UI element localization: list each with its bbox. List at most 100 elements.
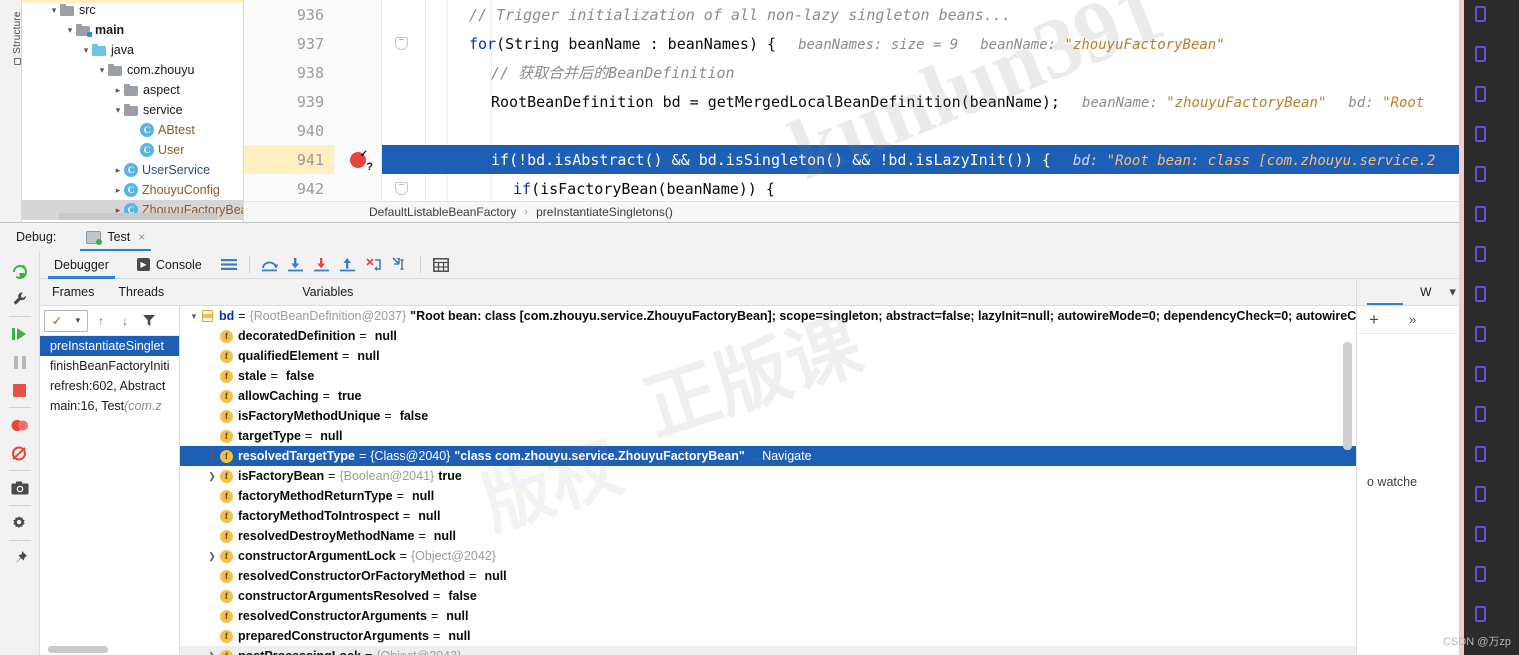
variable-row[interactable]: bd={RootBeanDefinition@2037}"Root bean: … <box>180 306 1356 326</box>
code-line-942[interactable]: 942 if (isFactoryBean(beanName)) { <box>244 174 1519 203</box>
inline-debug-hint[interactable]: beanNames: size = 9 <box>798 35 958 53</box>
chevron-down-icon[interactable] <box>80 44 92 56</box>
variable-row[interactable]: f isFactoryMethodUnique = false <box>180 406 1356 426</box>
chevron-down-icon[interactable] <box>96 64 108 76</box>
tab-console[interactable]: ▶ Console <box>123 251 216 279</box>
gutter-breakpoint-area[interactable] <box>334 58 382 87</box>
code-line-937[interactable]: 937 for (String beanName : beanNames) {be… <box>244 29 1519 58</box>
tree-item-zhouyuconfig[interactable]: C ZhouyuConfig <box>22 180 243 200</box>
evaluate-expression-icon[interactable] <box>428 252 454 278</box>
code-line-939[interactable]: 939 RootBeanDefinition bd = getMergedLoca… <box>244 87 1519 116</box>
variable-row[interactable]: f stale = false <box>180 366 1356 386</box>
inline-debug-hint[interactable]: bd: "Root <box>1348 93 1424 111</box>
close-icon[interactable]: × <box>138 230 145 244</box>
variable-row[interactable]: f targetType = null <box>180 426 1356 446</box>
tab-debugger[interactable]: Debugger <box>40 251 123 279</box>
chevron-right-icon[interactable] <box>204 471 220 482</box>
chevron-down-icon[interactable]: ▾ <box>1449 284 1456 300</box>
variable-row[interactable]: f resolvedConstructorOrFactoryMethod = null <box>180 566 1356 586</box>
tree-item-aspect[interactable]: aspect <box>22 80 243 100</box>
drop-frame-icon[interactable] <box>361 252 387 278</box>
view-breakpoints-icon[interactable] <box>5 411 35 439</box>
fold-marker-icon[interactable] <box>395 35 408 50</box>
add-watch-button[interactable]: + <box>1369 310 1379 330</box>
tree-item-src[interactable]: src <box>22 0 243 20</box>
chevron-right-icon[interactable] <box>112 184 124 196</box>
chevron-right-icon[interactable] <box>204 551 220 562</box>
settings-wrench-icon[interactable] <box>5 285 35 313</box>
variable-row[interactable]: f qualifiedElement = null <box>180 346 1356 366</box>
frame-row[interactable]: preInstantiateSinglet <box>40 336 179 356</box>
variable-row[interactable]: f factoryMethodReturnType = null <box>180 486 1356 506</box>
frame-row[interactable]: finishBeanFactoryIniti <box>40 356 179 376</box>
frame-row[interactable]: refresh:602, Abstract <box>40 376 179 396</box>
tree-item-userservice[interactable]: C UserService <box>22 160 243 180</box>
inline-debug-hint[interactable]: bd: "Root bean: class [com.zhouyu.servic… <box>1073 151 1435 169</box>
navigate-link[interactable]: Navigate <box>762 449 811 463</box>
tree-item-user[interactable]: C User <box>22 140 243 160</box>
tree-item-main[interactable]: main <box>22 20 243 40</box>
rerun-icon[interactable] <box>5 257 35 285</box>
filter-icon[interactable] <box>138 310 160 332</box>
variable-row[interactable]: f resolvedTargetType={Class@2040}"class c… <box>180 446 1356 466</box>
variable-row[interactable]: f decoratedDefinition = null <box>180 326 1356 346</box>
tree-horizontal-scrollbar[interactable] <box>58 213 218 220</box>
thread-selector[interactable]: ✓ ▾ <box>44 309 88 332</box>
code-line-940[interactable]: 940 <box>244 116 1519 145</box>
more-actions-icon[interactable]: » <box>1409 312 1416 327</box>
gutter-breakpoint-area[interactable] <box>334 116 382 145</box>
variable-row[interactable]: f resolvedConstructorArguments = null <box>180 606 1356 626</box>
step-over-icon[interactable] <box>257 252 283 278</box>
chevron-down-icon[interactable] <box>112 104 124 116</box>
tree-item-abtest[interactable]: C ABtest <box>22 120 243 140</box>
pause-program-icon[interactable] <box>5 348 35 376</box>
variables-vertical-scrollbar[interactable] <box>1343 342 1352 450</box>
layout-icon[interactable] <box>216 252 242 278</box>
variable-row[interactable]: f resolvedDestroyMethodName = null <box>180 526 1356 546</box>
resume-program-icon[interactable] <box>5 320 35 348</box>
project-tree[interactable]: src main java com.zhouyu aspect service C ABtes… <box>22 0 244 222</box>
gutter-breakpoint-area[interactable]: ✓? <box>334 145 382 174</box>
tab-watches-label[interactable]: W <box>1420 285 1431 299</box>
force-step-into-icon[interactable] <box>309 252 335 278</box>
code-editor[interactable]: 936 // Trigger initialization of all non-… <box>244 0 1519 222</box>
variable-row[interactable]: f constructorArgumentLock={Object@2042} <box>180 546 1356 566</box>
frame-up-icon[interactable]: ↑ <box>90 310 112 332</box>
code-line-938[interactable]: 938 // 获取合并后的BeanDefinition <box>244 58 1519 87</box>
breadcrumb-class[interactable]: DefaultListableBeanFactory <box>369 205 516 219</box>
mute-breakpoints-icon[interactable] <box>5 439 35 467</box>
tree-item-service[interactable]: service <box>22 100 243 120</box>
gutter-breakpoint-area[interactable] <box>334 29 382 58</box>
step-into-icon[interactable] <box>283 252 309 278</box>
frames-horizontal-scrollbar[interactable] <box>48 646 108 653</box>
camera-icon[interactable] <box>5 474 35 502</box>
chevron-down-icon[interactable] <box>186 311 202 322</box>
chevron-right-icon[interactable] <box>112 84 124 96</box>
tab-threads[interactable]: Threads <box>106 279 176 306</box>
stop-icon[interactable] <box>5 376 35 404</box>
variable-row[interactable]: f postProcessingLock = {Object@2043} <box>180 646 1356 655</box>
step-out-icon[interactable] <box>335 252 361 278</box>
frames-panel[interactable]: ✓ ▾ ↑ ↓ preInstantiateSinglet finishBeanF… <box>40 306 180 655</box>
chevron-right-icon[interactable] <box>112 164 124 176</box>
gutter-breakpoint-area[interactable] <box>334 0 382 29</box>
frame-row[interactable]: main:16, Test (com.z <box>40 396 179 416</box>
pin-icon[interactable] <box>5 544 35 572</box>
tab-frames[interactable]: Frames <box>40 279 106 306</box>
code-line-936[interactable]: 936 // Trigger initialization of all non-… <box>244 0 1519 29</box>
chevron-down-icon[interactable] <box>48 4 60 16</box>
variable-row[interactable]: f isFactoryBean={Boolean@2041}true <box>180 466 1356 486</box>
inline-debug-hint[interactable]: beanName: "zhouyuFactoryBean" <box>980 35 1224 53</box>
frame-down-icon[interactable]: ↓ <box>114 310 136 332</box>
fold-marker-icon[interactable] <box>395 180 408 195</box>
tree-item-com-zhouyu[interactable]: com.zhouyu <box>22 60 243 80</box>
run-to-cursor-icon[interactable] <box>387 252 413 278</box>
gutter-breakpoint-area[interactable] <box>334 174 382 203</box>
breadcrumb[interactable]: DefaultListableBeanFactory › preInstanti… <box>244 201 1519 222</box>
settings-gear-icon[interactable] <box>5 509 35 537</box>
variable-row[interactable]: f factoryMethodToIntrospect = null <box>180 506 1356 526</box>
variable-row[interactable]: f preparedConstructorArguments = null <box>180 626 1356 646</box>
chevron-right-icon[interactable] <box>204 651 220 655</box>
breakpoint-icon[interactable]: ✓? <box>350 149 373 173</box>
run-configuration-tab[interactable]: Test × <box>80 223 152 251</box>
